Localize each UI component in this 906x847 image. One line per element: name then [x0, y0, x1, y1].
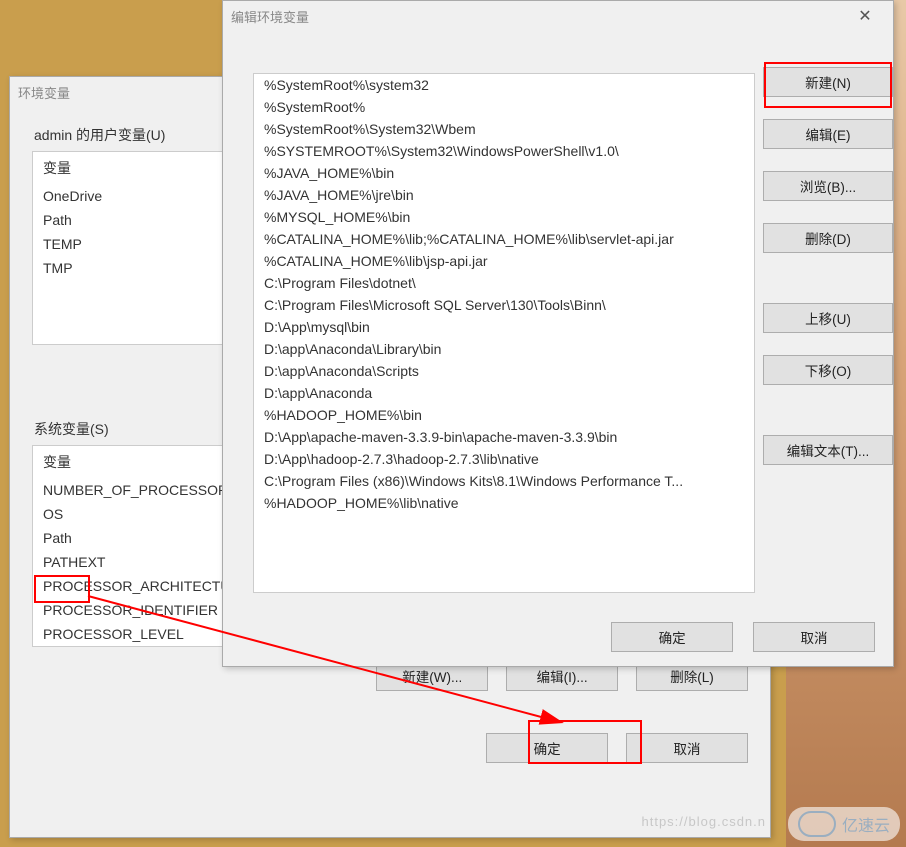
env-cancel-button[interactable]: 取消	[626, 733, 748, 763]
csdn-watermark: https://blog.csdn.n	[641, 814, 766, 829]
yisuyun-watermark: 亿速云	[788, 807, 900, 841]
env-dialog-title: 环境变量	[18, 83, 70, 102]
path-row[interactable]: D:\App\mysql\bin	[254, 316, 754, 338]
browse-button[interactable]: 浏览(B)...	[763, 171, 893, 201]
path-row[interactable]: C:\Program Files\dotnet\	[254, 272, 754, 294]
env-ok-button[interactable]: 确定	[486, 733, 608, 763]
path-row[interactable]: %HADOOP_HOME%\lib\native	[254, 492, 754, 514]
edit-dialog-title: 编辑环境变量	[231, 7, 309, 26]
env-dialog-footer: 确定 取消	[10, 719, 770, 763]
path-row[interactable]: %JAVA_HOME%\bin	[254, 162, 754, 184]
path-row[interactable]: %SystemRoot%	[254, 96, 754, 118]
path-row[interactable]: %MYSQL_HOME%\bin	[254, 206, 754, 228]
edit-ok-button[interactable]: 确定	[611, 622, 733, 652]
move-up-button[interactable]: 上移(U)	[763, 303, 893, 333]
close-icon[interactable]: ✕	[845, 6, 885, 26]
edit-cancel-button[interactable]: 取消	[753, 622, 875, 652]
edit-side-buttons: 新建(N) 编辑(E) 浏览(B)... 删除(D) 上移(U) 下移(O) 编…	[763, 67, 875, 487]
path-row[interactable]: D:\app\Anaconda	[254, 382, 754, 404]
path-row[interactable]: %SystemRoot%\System32\Wbem	[254, 118, 754, 140]
edit-text-button[interactable]: 编辑文本(T)...	[763, 435, 893, 465]
edit-dialog-titlebar: 编辑环境变量 ✕	[223, 1, 893, 31]
path-row[interactable]: D:\app\Anaconda\Library\bin	[254, 338, 754, 360]
path-row[interactable]: %SystemRoot%\system32	[254, 74, 754, 96]
path-row[interactable]: %SYSTEMROOT%\System32\WindowsPowerShell\…	[254, 140, 754, 162]
move-down-button[interactable]: 下移(O)	[763, 355, 893, 385]
new-button[interactable]: 新建(N)	[763, 67, 893, 97]
path-entries-listbox[interactable]: %SystemRoot%\system32 %SystemRoot% %Syst…	[253, 73, 755, 593]
edit-dialog-footer: 确定 取消	[223, 622, 893, 652]
path-row[interactable]: D:\App\apache-maven-3.3.9-bin\apache-mav…	[254, 426, 754, 448]
path-row[interactable]: C:\Program Files (x86)\Windows Kits\8.1\…	[254, 470, 754, 492]
path-row[interactable]: D:\App\hadoop-2.7.3\hadoop-2.7.3\lib\nat…	[254, 448, 754, 470]
path-row[interactable]: C:\Program Files\Microsoft SQL Server\13…	[254, 294, 754, 316]
edit-button[interactable]: 编辑(E)	[763, 119, 893, 149]
path-row[interactable]: D:\app\Anaconda\Scripts	[254, 360, 754, 382]
path-row[interactable]: %HADOOP_HOME%\bin	[254, 404, 754, 426]
edit-path-dialog: 编辑环境变量 ✕ %SystemRoot%\system32 %SystemRo…	[222, 0, 894, 667]
delete-button[interactable]: 删除(D)	[763, 223, 893, 253]
cloud-icon	[798, 811, 836, 837]
path-row[interactable]: %CATALINA_HOME%\lib\jsp-api.jar	[254, 250, 754, 272]
path-row[interactable]: %JAVA_HOME%\jre\bin	[254, 184, 754, 206]
watermark-text: 亿速云	[842, 812, 890, 836]
path-row[interactable]: %CATALINA_HOME%\lib;%CATALINA_HOME%\lib\…	[254, 228, 754, 250]
